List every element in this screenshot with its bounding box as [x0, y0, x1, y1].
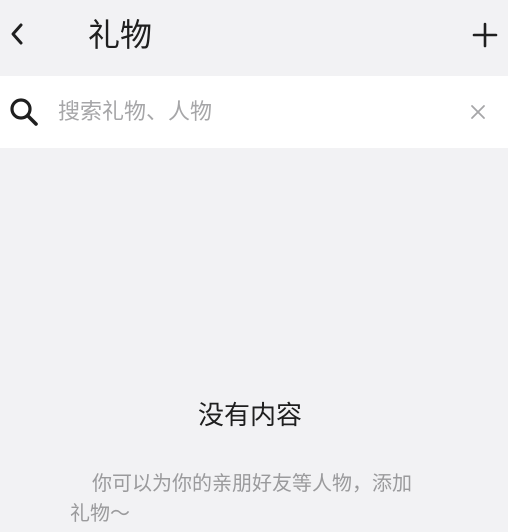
search-icon — [10, 98, 38, 126]
plus-icon — [472, 22, 498, 48]
empty-state-title: 没有内容 — [197, 401, 302, 431]
chevron-left-icon — [11, 23, 23, 45]
back-button[interactable] — [6, 18, 28, 50]
page-title: 礼物 — [88, 16, 153, 54]
clear-search-button[interactable] — [464, 98, 492, 126]
add-gift-button[interactable] — [468, 18, 502, 52]
header: 礼物 — [0, 0, 508, 76]
search-input[interactable] — [58, 92, 438, 132]
search-bar — [0, 76, 508, 148]
close-icon — [471, 105, 485, 119]
empty-state-description: 你可以为你的亲朋好友等人物，添加礼物～ — [70, 471, 412, 525]
